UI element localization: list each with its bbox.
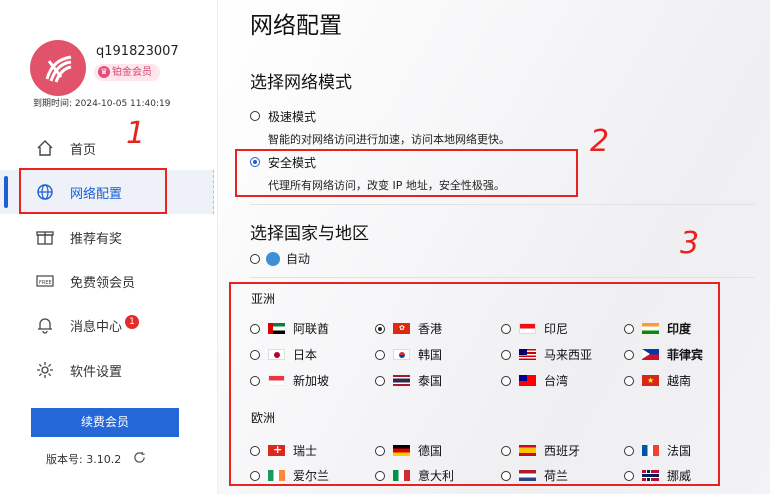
mode-fast-desc: 智能的对网络访问进行加速，访问本地网络更快。 — [268, 133, 510, 146]
version-info: 版本号: 3.10.2 — [46, 451, 146, 467]
mode-fast[interactable]: 极速模式 智能的对网络访问进行加速，访问本地网络更快。 — [250, 108, 510, 147]
nav-free-member[interactable]: FREE 免费领会员 — [0, 259, 214, 303]
nav-referral[interactable]: 推荐有奖 — [0, 215, 214, 259]
divider — [250, 204, 755, 205]
annotation-box-countries — [229, 282, 720, 486]
vip-badge: ♛ 铂金会员 — [94, 64, 160, 81]
expire-time: 到期时间: 2024-10-05 11:40:19 — [33, 99, 171, 109]
annotation-number-3: 3 — [680, 226, 700, 261]
radio-auto[interactable] — [250, 253, 260, 264]
mode-section-title: 选择网络模式 — [250, 73, 352, 93]
nav-label: 免费领会员 — [70, 275, 136, 291]
un-globe-icon — [266, 251, 280, 266]
message-count-badge: 1 — [125, 315, 140, 329]
crown-icon: ♛ — [98, 66, 110, 78]
nav-label: 软件设置 — [70, 364, 123, 380]
nav-label: 推荐有奖 — [70, 231, 123, 247]
bell-icon — [36, 316, 54, 334]
svg-text:FREE: FREE — [39, 280, 52, 286]
vip-label: 铂金会员 — [112, 67, 152, 78]
auto-label: 自动 — [286, 252, 311, 266]
renew-member-button[interactable]: 续费会员 — [31, 408, 179, 437]
divider — [250, 277, 755, 278]
nav-messages[interactable]: 消息中心 1 — [0, 303, 214, 347]
free-ticket-icon: FREE — [36, 272, 54, 290]
region-section-title: 选择国家与地区 — [250, 224, 369, 244]
annotation-number-2: 2 — [590, 124, 610, 159]
avatar[interactable] — [30, 40, 86, 96]
gear-icon — [36, 361, 54, 379]
annotation-box-nav — [19, 168, 167, 214]
annotation-box-secure-mode — [235, 149, 578, 197]
nav-label: 消息中心 — [70, 319, 123, 335]
nav-home[interactable]: 首页 — [0, 126, 214, 170]
radio-fast[interactable] — [250, 111, 260, 121]
home-icon — [36, 139, 54, 157]
username: q191823007 — [96, 44, 179, 59]
annotation-number-1: 1 — [126, 116, 146, 151]
sidebar: q191823007 ♛ 铂金会员 到期时间: 2024-10-05 11:40… — [0, 0, 218, 494]
refresh-icon[interactable] — [133, 451, 146, 467]
nav-label: 首页 — [70, 142, 97, 158]
region-auto[interactable]: 自动 — [250, 250, 310, 267]
version-text: 版本号: 3.10.2 — [46, 453, 122, 466]
page-title: 网络配置 — [250, 13, 342, 39]
brand-logo-icon — [45, 55, 72, 83]
nav-settings[interactable]: 软件设置 — [0, 348, 214, 392]
gift-icon — [36, 228, 54, 246]
mode-fast-label: 极速模式 — [268, 110, 317, 124]
